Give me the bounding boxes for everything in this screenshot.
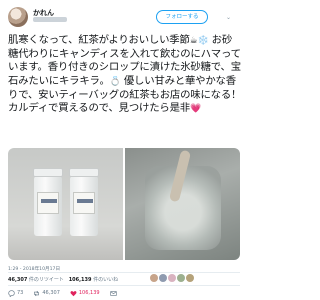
jar-image — [69, 168, 99, 236]
heart-emoji: 💗 — [189, 104, 201, 115]
avatar[interactable] — [168, 274, 176, 282]
coffee-emoji: ☕ — [189, 36, 198, 46]
engagement-stats: 46,307 件のリツイート 106,139 件のいいね — [8, 276, 118, 283]
retweet-button[interactable]: 46,307 — [33, 290, 60, 297]
tweet-text: 肌寒くなって、紅茶がよりおいしい季節☕❄️ お砂糖代わりにキャンディスを入れて飲… — [8, 34, 242, 116]
heart-icon — [70, 290, 77, 296]
tweet-media[interactable] — [8, 148, 240, 260]
jar-image — [33, 168, 63, 236]
tweet-header: かれん フォローする ⌄ — [0, 0, 248, 32]
retweets-label: 件のリツイート — [28, 277, 64, 283]
chevron-down-icon[interactable]: ⌄ — [226, 14, 231, 21]
divider — [8, 285, 240, 286]
likes-label: 件のいいね — [93, 277, 119, 283]
retweet-icon — [34, 290, 40, 296]
user-handle[interactable] — [33, 17, 67, 22]
avatar[interactable] — [8, 7, 28, 27]
avatar[interactable] — [186, 274, 194, 282]
tweet-actions: 73 46,307 106,139 — [8, 288, 129, 298]
photo-jars[interactable] — [8, 148, 123, 260]
retweets-count[interactable]: 46,307 — [8, 277, 27, 283]
follow-button[interactable]: フォローする — [156, 10, 208, 24]
snowflake-emoji: ❄️ — [197, 36, 209, 46]
photo-spoon[interactable] — [125, 148, 240, 260]
likes-count[interactable]: 106,139 — [69, 277, 92, 283]
liker-avatars[interactable] — [150, 274, 194, 282]
avatar[interactable] — [150, 274, 158, 282]
like-button[interactable]: 106,139 — [70, 290, 100, 297]
direct-message-button[interactable] — [109, 290, 119, 297]
tweet-line-1: 肌寒くなって、紅茶がよりおいしい季節 — [8, 34, 190, 46]
reply-button[interactable]: 73 — [8, 289, 24, 297]
diamond-ring-emoji: 💍 — [109, 76, 121, 87]
avatar[interactable] — [159, 274, 167, 282]
envelope-icon — [109, 290, 117, 296]
reply-icon — [8, 289, 15, 297]
divider — [8, 272, 240, 273]
like-count: 106,139 — [78, 290, 100, 296]
avatar[interactable] — [177, 274, 185, 282]
retweet-count: 46,307 — [42, 290, 60, 296]
reply-count: 73 — [17, 290, 24, 296]
